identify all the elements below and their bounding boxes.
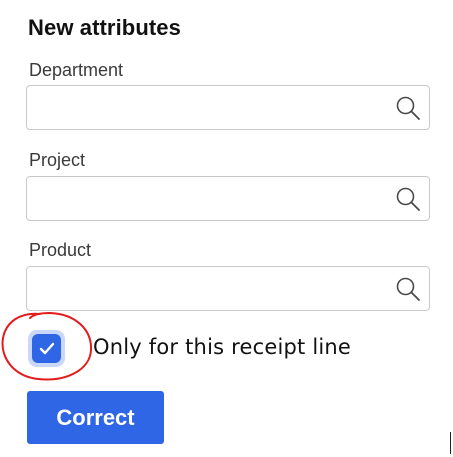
checkbox-label: Only for this receipt line: [93, 335, 352, 359]
department-input[interactable]: [27, 86, 387, 129]
product-field[interactable]: [26, 266, 430, 311]
project-label: Project: [29, 150, 86, 170]
project-field[interactable]: [26, 176, 430, 221]
checkbox-box[interactable]: [32, 334, 61, 363]
search-icon[interactable]: [395, 186, 421, 212]
checkmark-icon: [39, 342, 55, 355]
project-input[interactable]: [27, 177, 387, 220]
product-input[interactable]: [27, 267, 387, 310]
department-field[interactable]: [26, 85, 430, 130]
text-cursor: [450, 432, 451, 454]
search-icon[interactable]: [395, 95, 421, 121]
search-icon[interactable]: [395, 276, 421, 302]
product-label: Product: [29, 240, 92, 260]
department-label: Department: [29, 60, 124, 80]
form-title: New attributes: [28, 15, 181, 40]
receipt-line-checkbox[interactable]: [28, 330, 65, 367]
correct-button[interactable]: Correct: [27, 391, 164, 444]
